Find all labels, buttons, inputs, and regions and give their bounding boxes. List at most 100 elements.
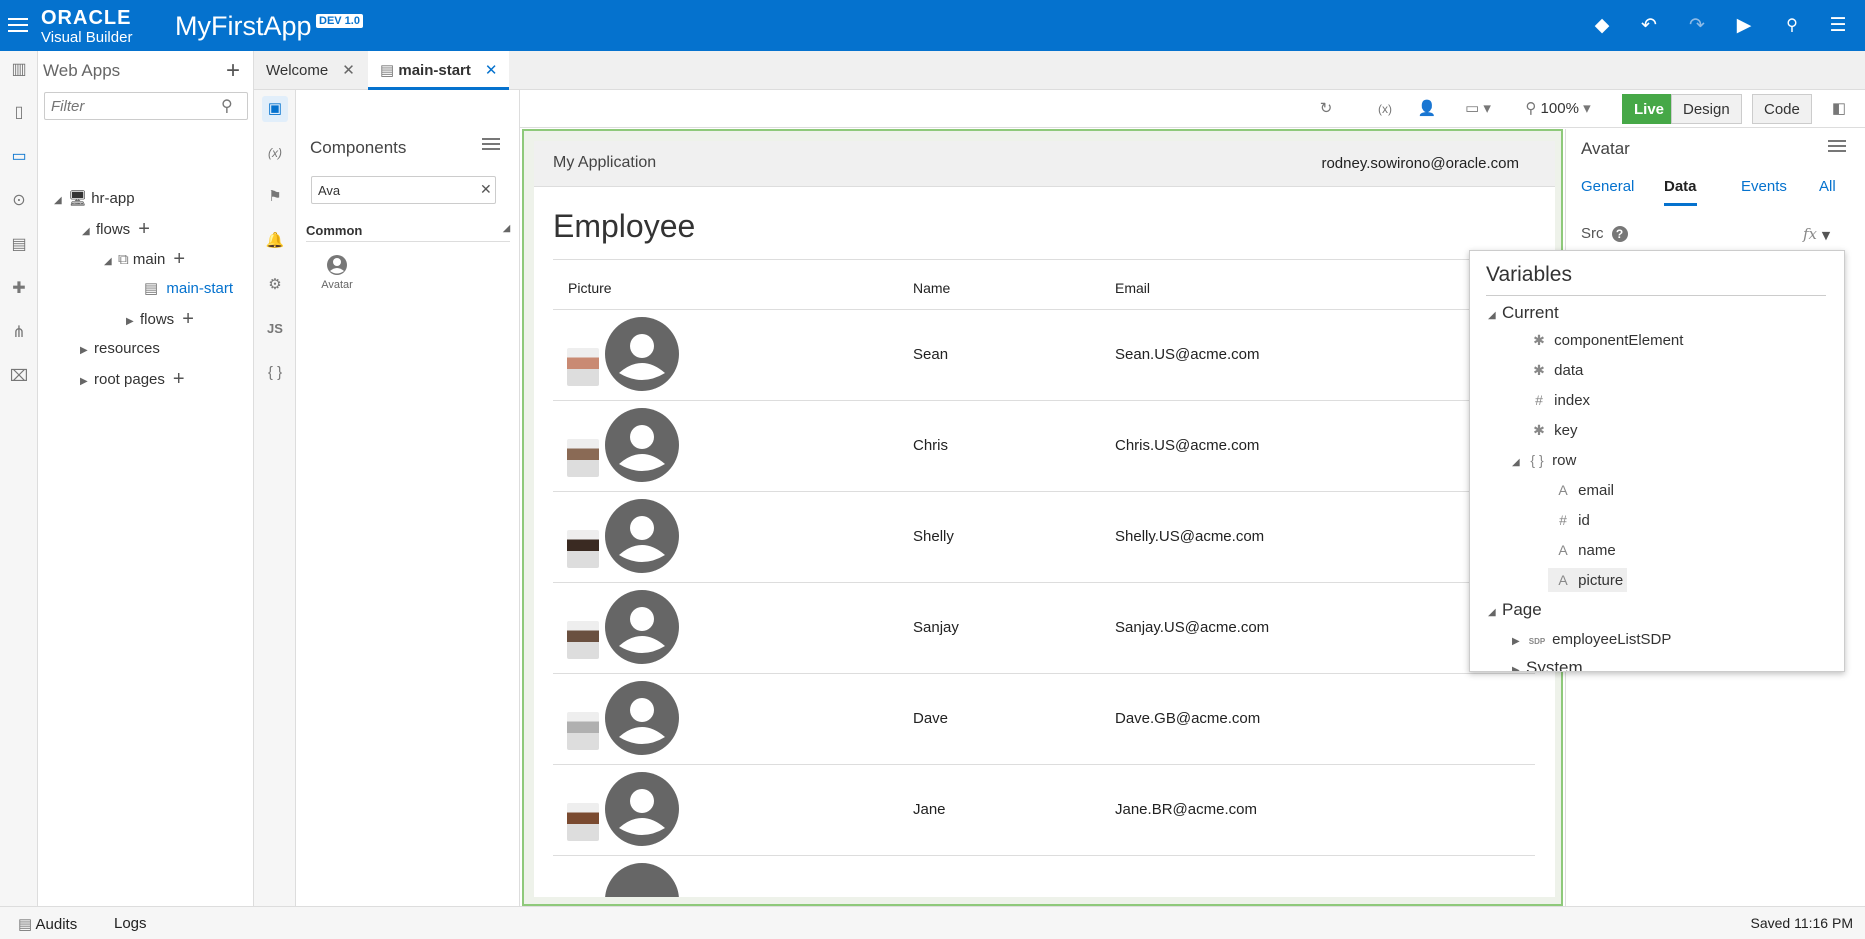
design-canvas[interactable]: My Application rodney.sowirono@oracle.co… — [522, 129, 1563, 906]
live-button[interactable]: Live — [1622, 94, 1677, 124]
table-row[interactable]: Jane Jane.BR@acme.com — [553, 764, 1535, 855]
tab-all[interactable]: All — [1819, 178, 1836, 206]
tree-item-main[interactable]: ◢ ⧉ main + — [104, 247, 185, 271]
run-icon[interactable]: ▶ — [1732, 14, 1756, 38]
add-app-icon[interactable]: + — [226, 57, 240, 85]
expand-icon[interactable]: ▶ — [80, 339, 94, 363]
collapse-icon[interactable]: ◢ — [82, 220, 96, 244]
js-icon[interactable]: JS — [262, 316, 288, 342]
tree-item-root-pages[interactable]: ▶ root pages + — [80, 367, 185, 391]
tree-item-main-start[interactable]: ▤ main-start — [144, 277, 233, 301]
inspector-menu-icon[interactable] — [1828, 140, 1846, 154]
mobile-apps-icon[interactable]: ▯ — [6, 100, 32, 126]
components-icon[interactable]: ✚ — [6, 276, 32, 302]
web-apps-icon[interactable]: ▭ — [6, 144, 32, 170]
version-badge: DEV 1.0 — [316, 14, 363, 28]
palette-item-avatar[interactable]: Avatar — [316, 254, 358, 291]
variable-item[interactable]: # id — [1552, 508, 1590, 532]
help-icon[interactable]: ? — [1611, 226, 1628, 242]
variable-item[interactable]: ✱ data — [1528, 358, 1583, 382]
business-objects-icon[interactable]: ▤ — [6, 232, 32, 258]
expand-icon[interactable]: ▶ — [80, 370, 94, 394]
redo-icon[interactable]: ↷ — [1685, 14, 1709, 38]
variable-item[interactable]: # index — [1528, 388, 1590, 412]
variables-icon[interactable]: (x) — [262, 140, 288, 166]
table-row[interactable]: Dave Dave.GB@acme.com — [553, 673, 1535, 764]
filter-input[interactable] — [44, 92, 248, 120]
events-icon[interactable]: 🔔 — [262, 228, 288, 254]
search-icon[interactable]: ⚲ — [221, 96, 233, 116]
tree-item-resources[interactable]: ▶ resources — [80, 337, 160, 361]
logs-button[interactable]: Logs — [114, 915, 147, 932]
variable-item[interactable]: ✱ componentElement — [1528, 328, 1683, 352]
user-role-icon[interactable]: 👤 — [1412, 94, 1442, 124]
flow-icon: ⧉ — [118, 251, 129, 268]
component-search-input[interactable] — [311, 176, 496, 204]
search-icon[interactable]: ⚲ — [1780, 14, 1804, 38]
variables-toggle-icon[interactable]: (x) — [1370, 94, 1400, 124]
expression-button[interactable]: fx ▼ — [1803, 225, 1830, 243]
source-icon[interactable]: ⌧ — [6, 364, 32, 390]
section-page[interactable]: ◢ Page — [1488, 598, 1542, 622]
variable-item[interactable]: A email — [1552, 478, 1614, 502]
variable-item[interactable]: ✱ key — [1528, 418, 1577, 442]
audits-button[interactable]: ▤ Audits — [18, 915, 77, 933]
expand-icon[interactable]: ▶ — [1512, 659, 1526, 671]
add-icon[interactable]: + — [182, 308, 194, 330]
add-icon[interactable]: + — [173, 248, 185, 270]
avatar-placeholder-icon — [605, 499, 679, 573]
refresh-icon[interactable]: ↻ — [1311, 94, 1341, 124]
save-status: Saved 11:16 PM — [1750, 915, 1853, 931]
undo-icon[interactable]: ↶ — [1637, 14, 1661, 38]
table-row[interactable]: Sean Sean.US@acme.com — [553, 309, 1535, 400]
close-icon[interactable]: ✕ — [485, 62, 498, 79]
employee-email: Chris.US@acme.com — [1115, 437, 1260, 454]
collapse-icon[interactable]: ◢ — [54, 189, 68, 213]
expand-icon[interactable]: ▶ — [126, 310, 140, 334]
more-menu-icon[interactable]: ☰ — [1826, 14, 1850, 38]
variable-item-row[interactable]: ◢ { } row — [1512, 448, 1576, 472]
navigator-icon[interactable]: ▥ — [6, 57, 32, 83]
toggle-properties-icon[interactable]: ◧ — [1824, 94, 1854, 124]
collapse-icon[interactable]: ◢ — [1512, 451, 1526, 475]
add-icon[interactable]: + — [173, 368, 185, 390]
variable-item[interactable]: ▶ SDP employeeListSDP — [1512, 628, 1671, 652]
tree-item-flows[interactable]: ◢ flows + — [82, 217, 150, 241]
palette-section-common[interactable]: Common ◢ — [306, 223, 510, 242]
tab-main-start[interactable]: ▤ main-start ✕ — [368, 51, 510, 90]
variable-item-selected[interactable]: A picture — [1548, 568, 1628, 592]
actions-icon[interactable]: ⚑ — [262, 184, 288, 210]
git-icon[interactable]: ◆ — [1590, 14, 1614, 38]
palette-menu-icon[interactable] — [482, 138, 500, 152]
processes-icon[interactable]: ⋔ — [6, 320, 32, 346]
design-button[interactable]: Design — [1671, 94, 1742, 124]
table-row[interactable]: Chris Chris.US@acme.com — [553, 400, 1535, 491]
menu-icon[interactable] — [8, 14, 28, 36]
code-button[interactable]: Code — [1752, 94, 1812, 124]
device-size-icon[interactable]: ▭ ▾ — [1458, 94, 1498, 124]
close-icon[interactable]: ✕ — [342, 62, 355, 79]
tree-item-hr-app[interactable]: ◢ 🖥 hr-app — [54, 187, 135, 211]
settings-icon[interactable]: ⚙ — [262, 272, 288, 298]
tab-welcome[interactable]: Welcome ✕ — [254, 51, 367, 90]
section-current[interactable]: ◢ Current — [1488, 301, 1559, 325]
expand-icon[interactable]: ▶ — [1512, 630, 1526, 654]
table-row[interactable]: Sanjay Sanjay.US@acme.com — [553, 582, 1535, 673]
page-designer-icon[interactable]: ▣ — [262, 96, 288, 122]
collapse-icon[interactable]: ◢ — [104, 250, 118, 274]
section-system[interactable]: ▶ System — [1512, 656, 1583, 671]
tab-data[interactable]: Data — [1664, 178, 1697, 206]
json-icon[interactable]: { } — [262, 360, 288, 386]
variable-item[interactable]: A name — [1552, 538, 1615, 562]
collapse-icon[interactable]: ◢ — [1488, 304, 1502, 328]
services-icon[interactable]: ⊙ — [6, 188, 32, 214]
clear-icon[interactable]: ✕ — [480, 181, 492, 198]
collapse-icon[interactable]: ◢ — [1488, 601, 1502, 625]
zoom-select[interactable]: ⚲ 100% ▾ — [1518, 94, 1598, 124]
tree-item-nested-flows[interactable]: ▶ flows + — [126, 307, 194, 331]
tab-general[interactable]: General — [1581, 178, 1634, 206]
tab-events[interactable]: Events — [1741, 178, 1787, 206]
add-icon[interactable]: + — [138, 218, 150, 240]
table-row[interactable]: Shelly Shelly.US@acme.com — [553, 491, 1535, 582]
hash-icon: # — [1559, 512, 1567, 528]
